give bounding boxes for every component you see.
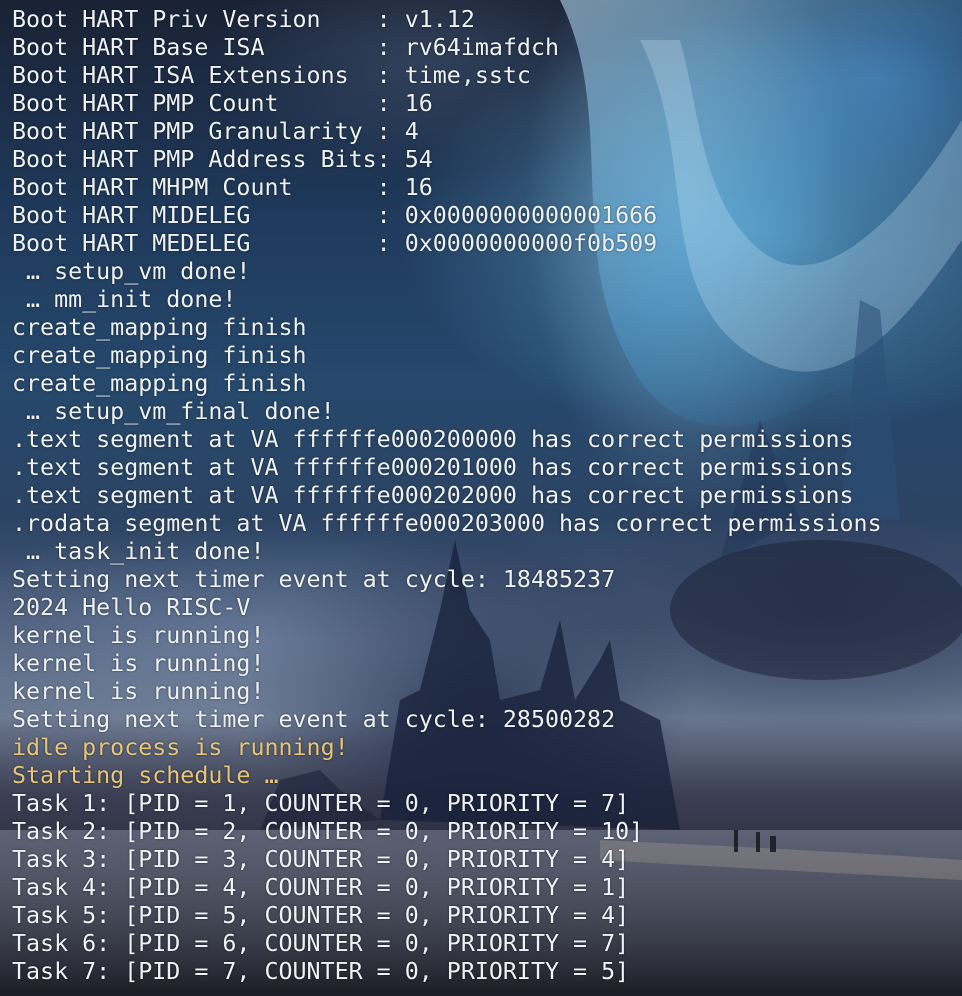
console-line: Setting next timer event at cycle: 28500… <box>12 706 616 733</box>
console-line: Task 5: [PID = 5, COUNTER = 0, PRIORITY … <box>12 902 630 929</box>
console-line: Boot HART PMP Count : 16 <box>12 90 433 117</box>
console-line: Task 3: [PID = 3, COUNTER = 0, PRIORITY … <box>12 846 630 873</box>
console-line: Boot HART MIDELEG : 0x0000000000001666 <box>12 202 658 229</box>
console-line: Boot HART ISA Extensions : time,sstc <box>12 62 531 89</box>
console-line: Boot HART MEDELEG : 0x0000000000f0b509 <box>12 230 658 257</box>
console-line: 2024 Hello RISC-V <box>12 594 251 621</box>
console-line: … task_init done! <box>12 538 265 565</box>
console-line: idle process is running! <box>12 734 349 761</box>
console-line: Boot HART MHPM Count : 16 <box>12 174 433 201</box>
console-line: create_mapping finish <box>12 314 307 341</box>
console-line: Task 4: [PID = 4, COUNTER = 0, PRIORITY … <box>12 874 630 901</box>
console-line: Boot HART PMP Address Bits: 54 <box>12 146 433 173</box>
console-line: Task 7: [PID = 7, COUNTER = 0, PRIORITY … <box>12 958 630 985</box>
console-line: create_mapping finish <box>12 370 307 397</box>
console-line: create_mapping finish <box>12 342 307 369</box>
console-line: .text segment at VA ffffffe000201000 has… <box>12 454 854 481</box>
terminal-window[interactable]: Boot HART Priv Version : v1.12 Boot HART … <box>0 0 962 996</box>
console-line: … setup_vm_final done! <box>12 398 335 425</box>
console-line: Boot HART Priv Version : v1.12 <box>12 6 475 33</box>
console-line: Boot HART PMP Granularity : 4 <box>12 118 419 145</box>
console-line: Setting next timer event at cycle: 18485… <box>12 566 616 593</box>
console-line: Starting schedule … <box>12 762 279 789</box>
console-line: .rodata segment at VA ffffffe000203000 h… <box>12 510 882 537</box>
console-line: .text segment at VA ffffffe000202000 has… <box>12 482 854 509</box>
console-line: Task 6: [PID = 6, COUNTER = 0, PRIORITY … <box>12 930 630 957</box>
console-line: .text segment at VA ffffffe000200000 has… <box>12 426 854 453</box>
console-line: Boot HART Base ISA : rv64imafdch <box>12 34 560 61</box>
console-line: … setup_vm done! <box>12 258 251 285</box>
console-line: kernel is running! <box>12 622 265 649</box>
console-line: … mm_init done! <box>12 286 237 313</box>
console-line: Task 2: [PID = 2, COUNTER = 0, PRIORITY … <box>12 818 644 845</box>
console-output[interactable]: Boot HART Priv Version : v1.12 Boot HART … <box>12 6 882 986</box>
console-line: kernel is running! <box>12 678 265 705</box>
console-line: kernel is running! <box>12 650 265 677</box>
console-line: Task 1: [PID = 1, COUNTER = 0, PRIORITY … <box>12 790 630 817</box>
